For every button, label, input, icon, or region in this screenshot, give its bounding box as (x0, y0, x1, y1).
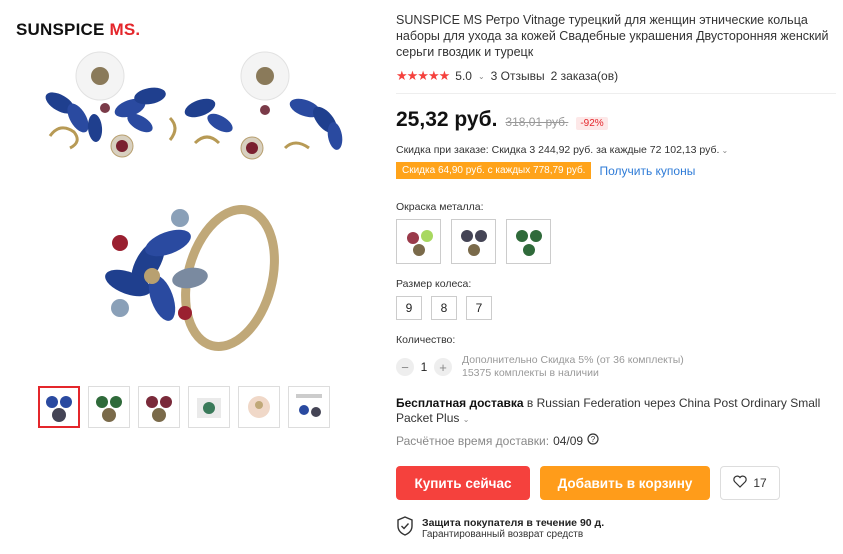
protection-subtitle: Гарантированный возврат средств (422, 529, 584, 540)
thumbnail-strip (38, 386, 330, 428)
size-options: 9 8 7 (396, 296, 836, 320)
stock-text: 15375 комплекты в наличии (462, 367, 599, 379)
svg-text:?: ? (591, 435, 596, 444)
plus-icon[interactable]: + (434, 358, 452, 376)
main-product-image[interactable] (30, 48, 360, 368)
brand-suffix: MS. (109, 20, 141, 39)
thumbnail-1[interactable] (38, 386, 80, 428)
shield-check-icon (396, 516, 414, 541)
rating-row: ★★★★★ 5.0 ⌄ 3 Отзывы 2 заказа(ов) (396, 68, 836, 84)
color-option-2[interactable] (451, 219, 496, 264)
size-option[interactable]: 7 (466, 296, 492, 320)
quantity-info: Дополнительно Скидка 5% (от 36 комплекты… (462, 354, 684, 380)
price-row: 25,32 руб. 318,01 руб. -92% (396, 108, 836, 132)
chevron-down-icon[interactable]: ⌄ (463, 415, 470, 424)
orders-count: 2 заказа(ов) (550, 69, 619, 83)
ring-illustration (105, 205, 279, 351)
metal-color-options (396, 219, 836, 264)
chevron-down-icon[interactable]: ⌄ (478, 72, 485, 81)
chevron-down-icon: ⌄ (721, 145, 729, 155)
brand-logo: SUNSPICE MS. (16, 20, 140, 40)
action-buttons: Купить сейчас Добавить в корзину 17 (396, 466, 836, 500)
wishlist-button[interactable]: 17 (720, 466, 780, 500)
buy-now-button[interactable]: Купить сейчас (396, 466, 530, 500)
thumbnail-2[interactable] (88, 386, 130, 428)
thumbnail-5[interactable] (238, 386, 280, 428)
est-label: Расчётное время доставки: (396, 433, 550, 448)
coupon-tag: Скидка 64,90 руб. с каждых 778,79 руб. (396, 162, 592, 179)
est-value: 04/09 (553, 433, 584, 448)
earring-right-illustration (184, 51, 343, 160)
color-option-1[interactable] (396, 219, 441, 264)
order-discount-text: Скидка при заказе: Скидка 3 244,92 руб. … (396, 144, 720, 156)
buyer-protection: Защита покупателя в течение 90 д. Гарант… (396, 516, 836, 541)
heart-icon (733, 475, 748, 491)
star-icon: ★★★★★ (396, 68, 450, 83)
coupon-row: Скидка 64,90 руб. с каждых 778,79 руб. П… (396, 162, 836, 179)
color-option-3[interactable] (506, 219, 551, 264)
minus-icon[interactable]: − (396, 358, 414, 376)
quantity-value[interactable]: 1 (414, 360, 434, 374)
product-info: SUNSPICE MS Ретро Vitnage турецкий для ж… (396, 12, 836, 541)
wishlist-count: 17 (753, 476, 767, 490)
size-option[interactable]: 9 (396, 296, 422, 320)
reviews-link[interactable]: 3 Отзывы (491, 69, 545, 83)
free-delivery-label: Бесплатная доставка (396, 396, 524, 410)
order-discount[interactable]: Скидка при заказе: Скидка 3 244,92 руб. … (396, 144, 836, 156)
product-gallery: SUNSPICE MS. (0, 0, 380, 554)
size-label: Размер колеса: (396, 278, 472, 290)
quantity-label: Количество: (396, 334, 456, 346)
rating-value: 5.0 (455, 69, 472, 83)
earring-left-illustration (45, 51, 177, 158)
thumbnail-3[interactable] (138, 386, 180, 428)
delivery-info: Бесплатная доставка в Russian Federation… (396, 396, 836, 427)
thumbnail-4[interactable] (188, 386, 230, 428)
add-to-cart-button[interactable]: Добавить в корзину (540, 466, 710, 500)
bulk-discount-text: Дополнительно Скидка 5% (от 36 комплекты… (462, 354, 684, 366)
protection-title: Защита покупателя в течение 90 д. (422, 517, 605, 529)
divider (396, 93, 836, 94)
old-price: 318,01 руб. (505, 115, 569, 129)
current-price: 25,32 руб. (396, 108, 498, 131)
discount-badge: -92% (576, 117, 608, 130)
estimated-delivery: Расчётное время доставки: 04/09 ? (396, 433, 836, 448)
thumbnail-6[interactable] (288, 386, 330, 428)
quantity-stepper: − 1 + Дополнительно Скидка 5% (от 36 ком… (396, 354, 836, 380)
product-title: SUNSPICE MS Ретро Vitnage турецкий для ж… (396, 13, 829, 59)
brand-name: SUNSPICE (16, 20, 105, 39)
question-icon[interactable]: ? (587, 433, 599, 448)
size-option[interactable]: 8 (431, 296, 457, 320)
get-coupons-link[interactable]: Получить купоны (599, 164, 695, 178)
metal-color-label: Окраска металла: (396, 201, 484, 213)
